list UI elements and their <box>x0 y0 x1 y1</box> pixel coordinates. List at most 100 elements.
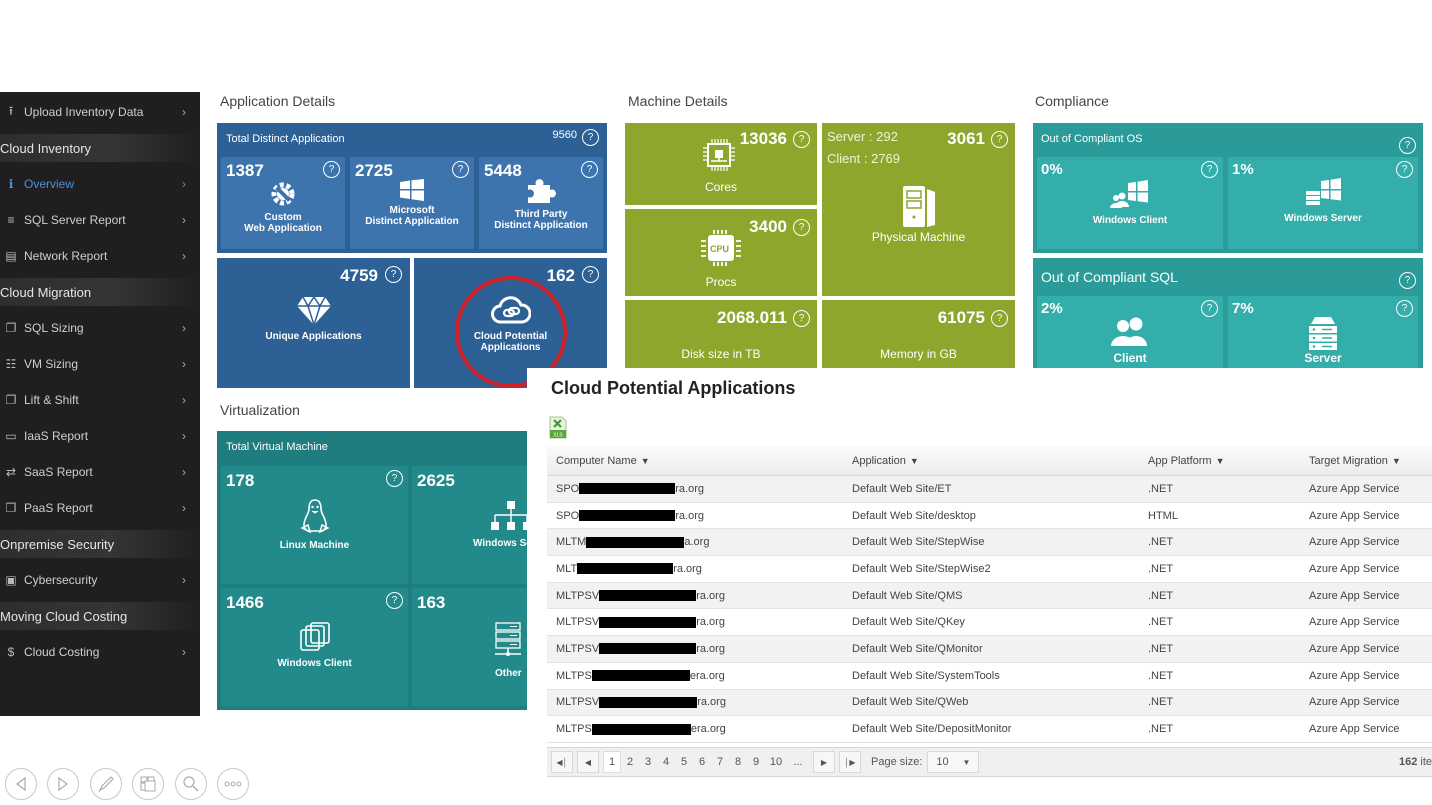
help-icon[interactable]: ? <box>323 161 340 178</box>
page-number[interactable]: 7 <box>711 751 729 773</box>
memory-tile[interactable]: 61075 ? Memory in GB <box>822 300 1015 368</box>
help-icon[interactable]: ? <box>581 161 598 178</box>
third-party-distinct-application-tile[interactable]: 5448 ? Third Party Distinct Application <box>479 157 603 249</box>
column-header-app-platform[interactable]: App Platform ▼ <box>1139 455 1309 467</box>
help-icon[interactable]: ? <box>1201 300 1218 317</box>
page-number[interactable]: 8 <box>729 751 747 773</box>
cores-tile[interactable]: 13036 ? Cores <box>625 123 817 205</box>
sidebar-item-cybersecurity[interactable]: ▣ Cybersecurity › <box>0 562 200 598</box>
sidebar-item-cloud-costing[interactable]: $ Cloud Costing › <box>0 634 200 670</box>
sidebar-item-saas-report[interactable]: ⇄ SaaS Report › <box>0 454 200 490</box>
page-number[interactable]: 3 <box>639 751 657 773</box>
help-icon[interactable]: ? <box>452 161 469 178</box>
help-icon[interactable]: ? <box>385 266 402 283</box>
help-icon[interactable]: ? <box>793 219 810 236</box>
table-row[interactable]: MLTM a.org Default Web Site/StepWise .NET Az… <box>547 529 1432 557</box>
help-icon[interactable]: ? <box>582 266 599 283</box>
sql-server-compliance-tile[interactable]: 7% ? Server <box>1228 296 1418 368</box>
more-options-button[interactable] <box>217 768 249 800</box>
help-icon[interactable]: ? <box>386 592 403 609</box>
sidebar-item-iaas-report[interactable]: ▭ IaaS Report › <box>0 418 200 454</box>
procs-tile[interactable]: 3400 ? CPU Procs <box>625 209 817 296</box>
zoom-button[interactable] <box>175 768 207 800</box>
microsoft-distinct-application-tile[interactable]: 2725 ? Microsoft Distinct Application <box>350 157 474 249</box>
page-number[interactable]: 2 <box>621 751 639 773</box>
computer-name-prefix: MLTPS <box>556 669 592 682</box>
help-icon[interactable]: ? <box>1399 272 1416 289</box>
export-xls-icon[interactable]: XLS <box>549 416 567 439</box>
sidebar-item-paas-report[interactable]: ❒ PaaS Report › <box>0 490 200 526</box>
windows-client-compliance-tile[interactable]: 0% ? Windows Client <box>1037 157 1223 249</box>
sql-client-compliance-tile[interactable]: 2% ? Client <box>1037 296 1223 368</box>
page-number[interactable]: 9 <box>747 751 765 773</box>
help-icon[interactable]: ? <box>386 470 403 487</box>
sidebar-item-sql-sizing[interactable]: ❐ SQL Sizing › <box>0 310 200 346</box>
sidebar-item-upload-inventory-data[interactable]: ⭱ Upload Inventory Data › <box>0 94 200 130</box>
help-icon[interactable]: ? <box>991 310 1008 327</box>
filter-icon[interactable]: ▼ <box>910 456 919 466</box>
redaction-bar <box>599 696 698 708</box>
table-row[interactable]: MLTPSV ra.org Default Web Site/QMS .NET Azur… <box>547 582 1432 610</box>
table-row[interactable]: MLT ra.org Default Web Site/StepWise2 .NET A… <box>547 556 1432 583</box>
last-page-button[interactable]: │▶ <box>839 751 861 773</box>
slides-button[interactable] <box>132 768 164 800</box>
table-row[interactable]: SPO ra.org Default Web Site/ET .NET Azure Ap… <box>547 476 1432 503</box>
table-row[interactable]: MLTPS era.org Default Web Site/DepositMoni… <box>547 716 1432 743</box>
sidebar-item-overview[interactable]: ℹ Overview › <box>0 166 200 202</box>
table-row[interactable]: MLTPSV ra.org Default Web Site/QMonitor .NE… <box>547 636 1432 663</box>
help-icon[interactable]: ? <box>1201 161 1218 178</box>
cell-computer-name: MLTPS era.org <box>547 723 843 735</box>
unique-applications-tile[interactable]: 4759 ? Unique Applications <box>217 258 410 388</box>
page-number[interactable]: 4 <box>657 751 675 773</box>
other-vm-tile[interactable]: 163 Other <box>412 588 537 706</box>
column-header-target-migration[interactable]: Target Migration ▼ <box>1309 455 1432 467</box>
table-row[interactable]: MLTPS era.org Default Web Site/SystemTools… <box>547 662 1432 690</box>
column-header-application[interactable]: Application ▼ <box>843 455 1139 467</box>
help-icon[interactable]: ? <box>793 310 810 327</box>
previous-slide-button[interactable] <box>5 768 37 800</box>
table-row[interactable]: MLTPSV ra.org Default Web Site/QKey .NET Azu… <box>547 609 1432 637</box>
disk-size-tile[interactable]: 2068.011 ? Disk size in TB <box>625 300 817 368</box>
windows-client-vm-value: 1466 <box>226 593 264 612</box>
help-icon[interactable]: ? <box>991 131 1008 148</box>
filter-icon[interactable]: ▼ <box>1392 456 1401 466</box>
help-icon[interactable]: ? <box>1396 161 1413 178</box>
sidebar-item-vm-sizing[interactable]: ☷ VM Sizing › <box>0 346 200 382</box>
sidebar-item-lift-shift[interactable]: ❐ Lift & Shift › <box>0 382 200 418</box>
filter-icon[interactable]: ▼ <box>641 456 650 466</box>
next-page-button[interactable]: ▶ <box>813 751 835 773</box>
page-number[interactable]: ... <box>787 751 809 773</box>
total-virtual-machine-label: Total Virtual Machine <box>226 441 328 453</box>
windows-client-vm-label: Windows Client <box>277 658 352 669</box>
table-row[interactable]: SPO ra.org Default Web Site/desktop HTML Azu… <box>547 502 1432 530</box>
next-slide-button[interactable] <box>47 768 79 800</box>
help-icon[interactable]: ? <box>1396 300 1413 317</box>
windows-server-vm-tile[interactable]: 2625 Windows Ser <box>412 466 537 584</box>
filter-icon[interactable]: ▼ <box>1216 456 1225 466</box>
physical-machine-tile[interactable]: Server : 292 Client : 2769 3061 ? Physic… <box>822 123 1015 296</box>
windows-client-vm-tile[interactable]: 1466 ? Windows Client <box>221 588 408 706</box>
item-count-suffix: ite <box>1420 756 1432 768</box>
linux-machine-tile[interactable]: 178 ? Linux Machine <box>221 466 408 584</box>
windows-server-compliance-label: Windows Server <box>1284 213 1362 224</box>
page-number[interactable]: 6 <box>693 751 711 773</box>
first-page-button[interactable]: ◀│ <box>551 751 573 773</box>
page-number[interactable]: 1 <box>603 751 621 773</box>
custom-web-application-tile[interactable]: 1387 ? Custom Web Application <box>221 157 345 249</box>
help-icon[interactable]: ? <box>793 131 810 148</box>
windows-server-compliance-tile[interactable]: 1% ? Windows Server <box>1228 157 1418 249</box>
sidebar-item-sql-server-report[interactable]: ≡ SQL Server Report › <box>0 202 200 238</box>
help-icon[interactable]: ? <box>582 129 599 146</box>
pen-button[interactable] <box>90 768 122 800</box>
computer-name-suffix: ra.org <box>675 509 704 522</box>
table-row[interactable]: MLTPSV ra.org Default Web Site/QWeb .NET Azu… <box>547 689 1432 717</box>
sidebar-item-network-report[interactable]: ▤ Network Report › <box>0 238 200 274</box>
help-icon[interactable]: ? <box>1399 137 1416 154</box>
page-number[interactable]: 5 <box>675 751 693 773</box>
puzzle-piece-icon <box>528 179 556 203</box>
page-number[interactable]: 10 <box>765 751 787 773</box>
column-header-computer-name[interactable]: Computer Name ▼ <box>547 455 843 467</box>
unique-applications-label: Unique Applications <box>265 331 362 342</box>
prev-page-button[interactable]: ◀ <box>577 751 599 773</box>
page-size-select[interactable]: 10 ▼ <box>927 751 980 773</box>
